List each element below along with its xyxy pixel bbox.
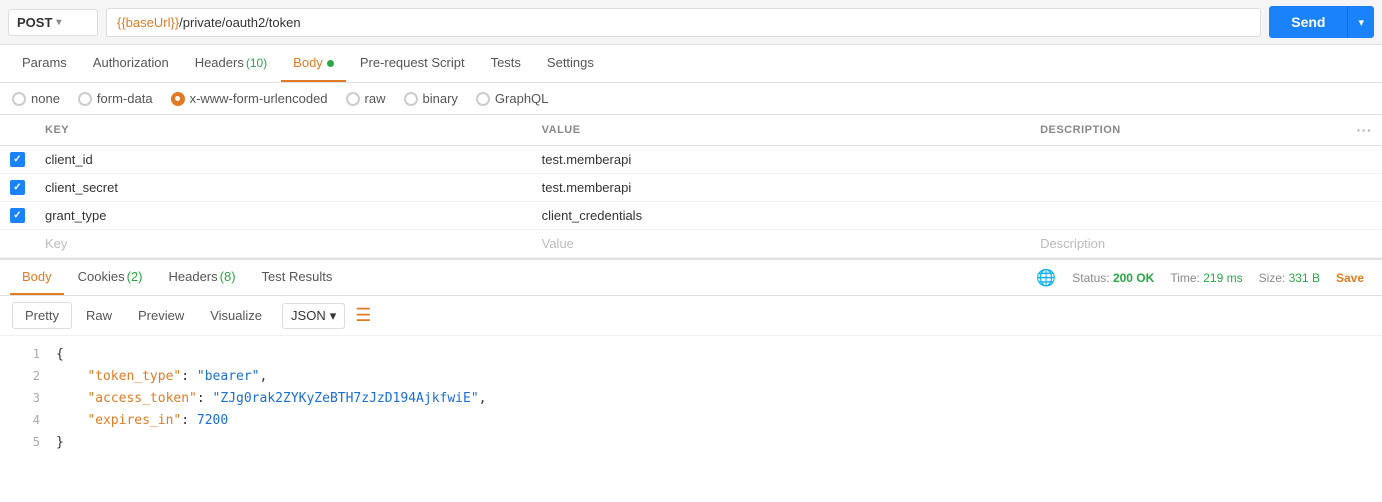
table-row: grant_type client_credentials xyxy=(0,202,1382,230)
placeholder-value[interactable]: Value xyxy=(532,230,1030,258)
row2-check[interactable] xyxy=(10,180,25,195)
table-row: client_id test.memberapi xyxy=(0,146,1382,174)
row2-desc xyxy=(1030,174,1346,202)
col-value-header: VALUE xyxy=(532,115,1030,146)
fmt-tab-visualize[interactable]: Visualize xyxy=(198,303,274,328)
response-tab-cookies[interactable]: Cookies(2) xyxy=(66,260,155,295)
response-tab-test-results[interactable]: Test Results xyxy=(250,260,345,295)
url-path: /private/oauth2/token xyxy=(179,15,300,30)
row3-check[interactable] xyxy=(10,208,25,223)
size-label: Size: 331 B xyxy=(1259,271,1320,285)
fmt-tab-raw[interactable]: Raw xyxy=(74,303,124,328)
radio-raw-circle xyxy=(346,92,360,106)
format-select[interactable]: JSON ▾ xyxy=(282,303,345,329)
fmt-tab-pretty[interactable]: Pretty xyxy=(12,302,72,329)
method-select[interactable]: POST ▾ xyxy=(8,9,98,36)
send-dropdown-button[interactable]: ▾ xyxy=(1347,6,1374,38)
json-line-1: 1 { xyxy=(0,344,1382,366)
send-button-group: Send ▾ xyxy=(1269,6,1374,38)
radio-binary[interactable]: binary xyxy=(404,91,458,106)
col-key-header: KEY xyxy=(35,115,532,146)
col-check-header xyxy=(0,115,35,146)
placeholder-desc[interactable]: Description xyxy=(1030,230,1346,258)
row3-key[interactable]: grant_type xyxy=(35,202,532,230)
placeholder-key[interactable]: Key xyxy=(35,230,532,258)
method-label: POST xyxy=(17,15,52,30)
col-desc-header: DESCRIPTION xyxy=(1030,115,1346,146)
radio-graphql-circle xyxy=(476,92,490,106)
radio-none-circle xyxy=(12,92,26,106)
row1-more xyxy=(1347,146,1382,174)
row1-check[interactable] xyxy=(10,152,25,167)
tab-params[interactable]: Params xyxy=(10,45,79,82)
params-table: KEY VALUE DESCRIPTION ··· client_id test… xyxy=(0,115,1382,258)
json-line-4: 4 "expires_in": 7200 xyxy=(0,410,1382,432)
placeholder-row: Key Value Description xyxy=(0,230,1382,258)
json-line-3: 3 "access_token": "ZJg0rak2ZYKyZeBTH7zJz… xyxy=(0,388,1382,410)
format-row: Pretty Raw Preview Visualize JSON ▾ ☰ xyxy=(0,296,1382,336)
col-more-header: ··· xyxy=(1347,115,1382,146)
tab-settings[interactable]: Settings xyxy=(535,45,606,82)
format-select-value: JSON xyxy=(291,308,326,323)
radio-raw[interactable]: raw xyxy=(346,91,386,106)
status-value: 200 OK xyxy=(1113,271,1154,285)
row1-key[interactable]: client_id xyxy=(35,146,532,174)
method-dropdown-arrow: ▾ xyxy=(56,17,61,28)
table-row: client_secret test.memberapi xyxy=(0,174,1382,202)
response-tab-body[interactable]: Body xyxy=(10,260,64,295)
row1-desc xyxy=(1030,146,1346,174)
url-template: {{baseUrl}} xyxy=(117,15,179,30)
tab-tests[interactable]: Tests xyxy=(479,45,533,82)
json-line-2: 2 "token_type": "bearer", xyxy=(0,366,1382,388)
response-tabs: Body Cookies(2) Headers(8) Test Results … xyxy=(0,260,1382,296)
row2-key[interactable]: client_secret xyxy=(35,174,532,202)
row3-value[interactable]: client_credentials xyxy=(532,202,1030,230)
row1-value[interactable]: test.memberapi xyxy=(532,146,1030,174)
more-icon[interactable]: ··· xyxy=(1357,122,1373,138)
radio-urlencoded-circle xyxy=(171,92,185,106)
request-tabs: Params Authorization Headers(10) Body Pr… xyxy=(0,45,1382,83)
row3-more xyxy=(1347,202,1382,230)
row2-value[interactable]: test.memberapi xyxy=(532,174,1030,202)
tab-body[interactable]: Body xyxy=(281,45,346,82)
radio-form-data[interactable]: form-data xyxy=(78,91,153,106)
json-line-5: 5 } xyxy=(0,432,1382,454)
save-link[interactable]: Save xyxy=(1336,271,1364,285)
radio-none[interactable]: none xyxy=(12,91,60,106)
response-section: Body Cookies(2) Headers(8) Test Results … xyxy=(0,258,1382,462)
body-dot xyxy=(327,60,334,67)
time-value: 219 ms xyxy=(1203,271,1242,285)
radio-binary-circle xyxy=(404,92,418,106)
time-label: Time: 219 ms xyxy=(1170,271,1242,285)
format-select-arrow: ▾ xyxy=(330,308,337,324)
response-status-bar: 🌐 Status: 200 OK Time: 219 ms Size: 331 … xyxy=(1036,268,1372,288)
tab-headers[interactable]: Headers(10) xyxy=(183,45,279,82)
radio-x-www-form-urlencoded[interactable]: x-www-form-urlencoded xyxy=(171,91,328,106)
tab-authorization[interactable]: Authorization xyxy=(81,45,181,82)
radio-graphql[interactable]: GraphQL xyxy=(476,91,548,106)
row2-more xyxy=(1347,174,1382,202)
json-viewer: 1 { 2 "token_type": "bearer", 3 "access_… xyxy=(0,336,1382,462)
response-tab-headers[interactable]: Headers(8) xyxy=(157,260,248,295)
body-type-row: none form-data x-www-form-urlencoded raw… xyxy=(0,83,1382,115)
row3-desc xyxy=(1030,202,1346,230)
fmt-tab-preview[interactable]: Preview xyxy=(126,303,196,328)
radio-form-data-circle xyxy=(78,92,92,106)
placeholder-more xyxy=(1347,230,1382,258)
tab-pre-request[interactable]: Pre-request Script xyxy=(348,45,477,82)
send-button[interactable]: Send xyxy=(1269,6,1347,38)
top-bar: POST ▾ {{baseUrl}}/private/oauth2/token … xyxy=(0,0,1382,45)
globe-icon: 🌐 xyxy=(1036,268,1056,288)
size-value: 331 B xyxy=(1289,271,1320,285)
wrap-icon[interactable]: ☰ xyxy=(355,305,371,326)
status-label: Status: 200 OK xyxy=(1072,271,1154,285)
url-input[interactable]: {{baseUrl}}/private/oauth2/token xyxy=(106,8,1261,37)
